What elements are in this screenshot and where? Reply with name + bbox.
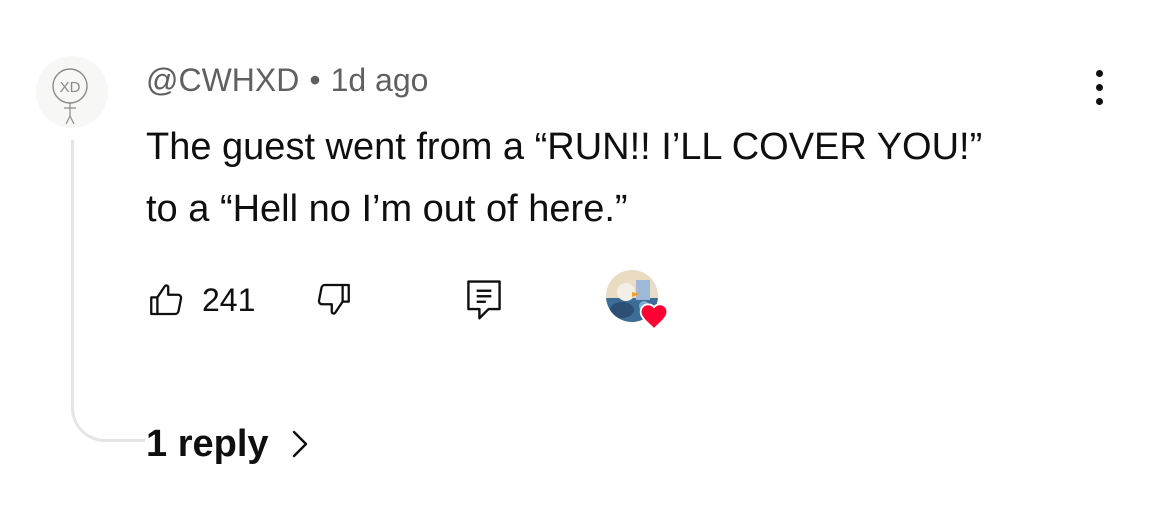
chevron-right-icon bbox=[292, 430, 307, 458]
replies-label: 1 reply bbox=[146, 422, 269, 465]
avatar[interactable]: XD bbox=[36, 56, 108, 128]
comment-text-line1: The guest went from a “RUN!! I’LL COVER … bbox=[146, 126, 983, 168]
svg-text:XD: XD bbox=[60, 79, 81, 96]
more-vertical-icon[interactable] bbox=[1084, 70, 1114, 114]
comment-timestamp[interactable]: 1d ago bbox=[331, 62, 429, 98]
reply-button[interactable] bbox=[462, 276, 506, 327]
view-replies-button[interactable]: 1 reply bbox=[146, 420, 309, 468]
comment-meta: @CWHXD • 1d ago bbox=[146, 60, 428, 100]
avatar-drawing: XD bbox=[52, 68, 88, 125]
like-button[interactable]: 241 bbox=[146, 278, 255, 322]
author-handle[interactable]: @CWHXD bbox=[146, 62, 299, 98]
comment-icon bbox=[467, 280, 501, 320]
thumbs-down-icon bbox=[317, 283, 350, 315]
dislike-button[interactable] bbox=[312, 278, 354, 325]
creator-heart-badge bbox=[606, 270, 670, 332]
heart-icon bbox=[639, 303, 669, 330]
thread-connector bbox=[71, 140, 145, 442]
meta-separator: • bbox=[309, 62, 321, 98]
thumbs-up-icon bbox=[150, 284, 183, 316]
comment-text: The guest went from a “RUN!! I’LL COVER … bbox=[146, 116, 1106, 240]
comment-text-line2: to a “Hell no I’m out of here.” bbox=[146, 188, 628, 230]
like-count: 241 bbox=[202, 281, 256, 318]
